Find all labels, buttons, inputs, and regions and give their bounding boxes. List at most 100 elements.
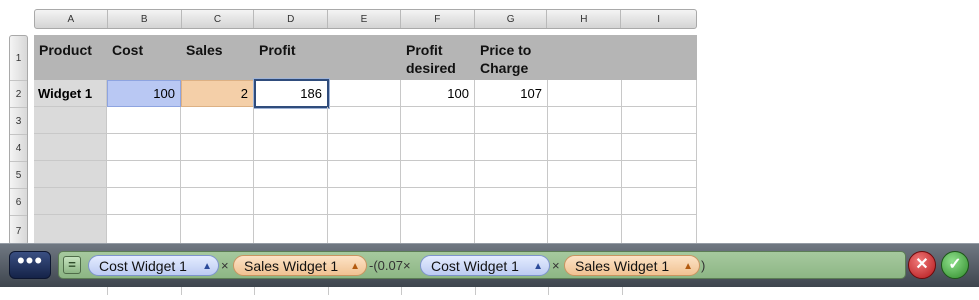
row-header-6[interactable]: 6 bbox=[10, 189, 27, 216]
cell-c3[interactable] bbox=[181, 107, 254, 134]
row-header-2[interactable]: 2 bbox=[10, 81, 27, 108]
cell-f5[interactable] bbox=[401, 161, 475, 188]
cell-d7[interactable] bbox=[254, 215, 328, 245]
cell-h1[interactable] bbox=[548, 35, 622, 80]
equals-icon[interactable]: = bbox=[63, 256, 81, 274]
cell-a1[interactable]: Product bbox=[34, 35, 107, 80]
cell-d4[interactable] bbox=[254, 134, 328, 161]
cell-h2[interactable] bbox=[548, 80, 622, 107]
cell-b3[interactable] bbox=[107, 107, 181, 134]
cell-i2[interactable] bbox=[622, 80, 697, 107]
more-options-button[interactable]: ••• bbox=[9, 250, 51, 279]
cell-f6[interactable] bbox=[401, 188, 475, 215]
cell-i6[interactable] bbox=[622, 188, 697, 215]
cell-c7[interactable] bbox=[181, 215, 254, 245]
triangle-up-icon[interactable]: ▲ bbox=[683, 261, 693, 272]
cell-d5[interactable] bbox=[254, 161, 328, 188]
token-cost-widget-1[interactable]: Cost Widget 1 ▲ bbox=[88, 255, 219, 276]
triangle-up-icon[interactable]: ▲ bbox=[533, 261, 543, 272]
cell-e7[interactable] bbox=[328, 215, 401, 245]
cell-g4[interactable] bbox=[475, 134, 548, 161]
cell-e4[interactable] bbox=[328, 134, 401, 161]
column-header-g[interactable]: G bbox=[475, 10, 548, 28]
cancel-formula-button[interactable]: ✕ bbox=[908, 251, 936, 279]
cell-d3[interactable] bbox=[254, 107, 328, 134]
cell-d2-selected[interactable]: 186 bbox=[254, 79, 329, 108]
column-header-i[interactable]: I bbox=[621, 10, 696, 28]
cell-c6[interactable] bbox=[181, 188, 254, 215]
grid-line bbox=[107, 287, 108, 295]
cell-a4[interactable] bbox=[34, 134, 107, 161]
cell-f7[interactable] bbox=[401, 215, 475, 245]
cell-i1[interactable] bbox=[622, 35, 697, 80]
column-header-c[interactable]: C bbox=[182, 10, 255, 28]
operator-multiply: × bbox=[221, 258, 229, 273]
cell-g6[interactable] bbox=[475, 188, 548, 215]
cell-b6[interactable] bbox=[107, 188, 181, 215]
cell-h4[interactable] bbox=[548, 134, 622, 161]
token-cost-widget-1-second[interactable]: Cost Widget 1 ▲ bbox=[420, 255, 550, 276]
cell-h6[interactable] bbox=[548, 188, 622, 215]
cell-a7[interactable] bbox=[34, 215, 107, 245]
cell-e6[interactable] bbox=[328, 188, 401, 215]
cell-c1[interactable]: Sales bbox=[181, 35, 254, 80]
cell-h5[interactable] bbox=[548, 161, 622, 188]
cell-i4[interactable] bbox=[622, 134, 697, 161]
cell-i7[interactable] bbox=[622, 215, 697, 245]
token-label: Cost Widget 1 bbox=[431, 257, 519, 274]
cell-a3[interactable] bbox=[34, 107, 107, 134]
grid-line bbox=[328, 287, 329, 295]
cell-e1[interactable] bbox=[328, 35, 401, 80]
cell-f1[interactable]: Profit desired bbox=[401, 35, 475, 80]
cell-d1[interactable]: Profit bbox=[254, 35, 328, 80]
cell-e2[interactable] bbox=[329, 80, 401, 107]
cell-d6[interactable] bbox=[254, 188, 328, 215]
cell-c5[interactable] bbox=[181, 161, 254, 188]
cell-f3[interactable] bbox=[401, 107, 475, 134]
triangle-up-icon[interactable]: ▲ bbox=[350, 261, 360, 272]
column-header-h[interactable]: H bbox=[547, 10, 622, 28]
cell-f2[interactable]: 100 bbox=[401, 80, 475, 107]
cell-a5[interactable] bbox=[34, 161, 107, 188]
column-header-bar: A B C D E F G H I bbox=[34, 9, 697, 29]
row-header-3[interactable]: 3 bbox=[10, 108, 27, 135]
cell-a2[interactable]: Widget 1 bbox=[34, 80, 107, 107]
triangle-up-icon[interactable]: ▲ bbox=[202, 261, 212, 272]
column-header-e[interactable]: E bbox=[328, 10, 401, 28]
cell-g7[interactable] bbox=[475, 215, 548, 245]
cell-e5[interactable] bbox=[328, 161, 401, 188]
cell-f4[interactable] bbox=[401, 134, 475, 161]
row-header-4[interactable]: 4 bbox=[10, 135, 27, 162]
accept-formula-button[interactable]: ✓ bbox=[941, 251, 969, 279]
operator-expression: -(0.07× bbox=[369, 258, 411, 273]
cell-g3[interactable] bbox=[475, 107, 548, 134]
cell-b7[interactable] bbox=[107, 215, 181, 245]
token-sales-widget-1-second[interactable]: Sales Widget 1 ▲ bbox=[564, 255, 700, 276]
cell-h3[interactable] bbox=[548, 107, 622, 134]
row-header-bar: 1 2 3 4 5 6 7 bbox=[9, 35, 28, 245]
cell-c2[interactable]: 2 bbox=[181, 80, 254, 107]
cell-g5[interactable] bbox=[475, 161, 548, 188]
cell-g2[interactable]: 107 bbox=[475, 80, 548, 107]
cell-b1[interactable]: Cost bbox=[107, 35, 181, 80]
column-header-d[interactable]: D bbox=[254, 10, 329, 28]
token-sales-widget-1[interactable]: Sales Widget 1 ▲ bbox=[233, 255, 367, 276]
cell-b4[interactable] bbox=[107, 134, 181, 161]
cell-b2[interactable]: 100 bbox=[107, 80, 181, 107]
row-header-5[interactable]: 5 bbox=[10, 162, 27, 189]
cell-a6[interactable] bbox=[34, 188, 107, 215]
grid-continuation bbox=[0, 287, 979, 300]
column-header-f[interactable]: F bbox=[401, 10, 475, 28]
cell-i5[interactable] bbox=[622, 161, 697, 188]
cell-h7[interactable] bbox=[548, 215, 622, 245]
cell-g1[interactable]: Price to Charge bbox=[475, 35, 548, 80]
formula-bar: ••• = Cost Widget 1 ▲ × Sales Widget 1 ▲… bbox=[0, 243, 979, 287]
column-header-a[interactable]: A bbox=[35, 10, 108, 28]
cell-c4[interactable] bbox=[181, 134, 254, 161]
cell-b5[interactable] bbox=[107, 161, 181, 188]
row-header-1[interactable]: 1 bbox=[10, 36, 27, 81]
column-header-b[interactable]: B bbox=[108, 10, 182, 28]
row-header-7[interactable]: 7 bbox=[10, 216, 27, 246]
cell-i3[interactable] bbox=[622, 107, 697, 134]
cell-e3[interactable] bbox=[328, 107, 401, 134]
